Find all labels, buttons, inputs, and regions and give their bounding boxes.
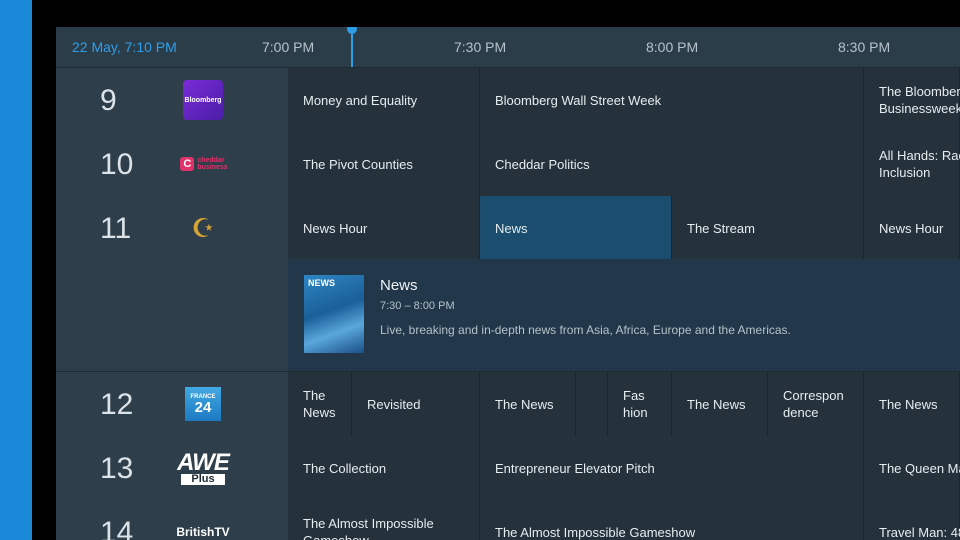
detail-time: 7:30 – 8:00 PM [380,300,455,312]
detail-description: Live, breaking and in-depth news from As… [380,323,791,337]
program-cell[interactable]: The Bloomberg Businessweek [864,68,960,132]
channel-cell[interactable]: 10 C cheddar business [56,132,288,196]
time-slot-3: 8:00 PM [646,39,699,55]
program-cell-selected[interactable]: News [480,196,672,260]
program-cell[interactable]: The Stream [672,196,864,260]
program-cell[interactable]: Travel Man: 48 [864,500,960,540]
channel-cell[interactable]: 9 Bloomberg [56,68,288,132]
program-cell[interactable]: The News [288,372,352,436]
channel-row-11: 11 ☪ News Hour News The Stream News Hour [56,196,960,260]
channel-number: 9 [100,84,117,117]
channel-row-14: 14 BritishTV The Almost ImpossibleGamesh… [56,500,960,540]
channel-row-9: 9 Bloomberg Money and Equality Bloomberg… [56,68,960,132]
thumbnail-label: NEWS [308,278,335,288]
program-cell[interactable]: News Hour [288,196,480,260]
program-cell[interactable]: News Hour [864,196,960,260]
tv-guide-panel: 22 May, 7:10 PM 7:00 PM 7:30 PM 8:00 PM … [56,27,960,540]
program-cell[interactable]: Entrepreneur Elevator Pitch [480,436,864,500]
channel-number: 13 [100,452,134,485]
channel-number: 10 [100,148,134,181]
time-slot-4: 8:30 PM [838,39,891,55]
channel-number: 12 [100,388,134,421]
program-cell[interactable]: The Pivot Counties [288,132,480,196]
current-date-time: 22 May, 7:10 PM [72,39,177,55]
program-cell[interactable]: Money and Equality [288,68,480,132]
program-thumbnail: NEWS [304,275,364,353]
program-cell[interactable]: The Almost ImpossibleGameshow [288,500,480,540]
program-cell[interactable]: The Queen Ma [864,436,960,500]
program-cell[interactable]: The News [480,372,576,436]
accent-bar [0,0,32,540]
detail-title: News [380,277,418,294]
program-cell[interactable]: The Collection [288,436,480,500]
program-cell[interactable]: The Almost Impossible Gameshow [480,500,864,540]
britishtv-logo: BritishTV [163,512,243,540]
cheddar-logo-icon: C [180,157,195,171]
britishtv-logo-text: BritishTV [176,525,230,539]
time-bar: 22 May, 7:10 PM 7:00 PM 7:30 PM 8:00 PM … [56,27,960,67]
al-jazeera-logo-icon: ☪ [191,212,215,243]
channel-row-10: 10 C cheddar business The Pivot Counties … [56,132,960,196]
bloomberg-logo: Bloomberg [181,80,225,120]
channel-cell[interactable]: 12 FRANCE 24 [56,372,288,436]
time-slot-2: 7:30 PM [454,39,507,55]
cheddar-logo: C cheddar business [174,144,234,184]
program-cell[interactable] [576,372,608,436]
al-jazeera-logo: ☪ [181,208,225,248]
bloomberg-logo-text: Bloomberg [183,80,223,120]
program-detail-panel: NEWS News 7:30 – 8:00 PM Live, breaking … [56,259,960,371]
program-cell[interactable]: All Hands: Rac Inclusion [864,132,960,196]
program-cell[interactable]: Cheddar Politics [480,132,864,196]
channel-cell[interactable]: 13 AWE Plus [56,436,288,500]
program-cell[interactable]: Fas hion [608,372,672,436]
program-cell[interactable]: Bloomberg Wall Street Week [480,68,864,132]
channel-row-13: 13 AWE Plus The Collection Entrepreneur E… [56,436,960,500]
france24-logo: FRANCE 24 [181,384,225,424]
program-detail[interactable]: NEWS News 7:30 – 8:00 PM Live, breaking … [288,259,960,371]
channel-cell[interactable]: 14 BritishTV [56,500,288,540]
program-cell[interactable]: The News [672,372,768,436]
channel-cell[interactable]: 11 ☪ [56,196,288,260]
channel-row-12: 12 FRANCE 24 The News Revisited The News F… [56,372,960,436]
program-cell[interactable]: Correspon dence [768,372,864,436]
program-cell[interactable]: Revisited [352,372,480,436]
detail-channel-spacer [56,259,288,371]
program-cell[interactable]: The News [864,372,960,436]
current-time-dot [347,27,357,34]
channel-number: 14 [100,516,134,540]
time-slot-1: 7:00 PM [262,39,315,55]
awe-plus-logo: AWE Plus [177,448,230,485]
channel-number: 11 [100,212,132,245]
